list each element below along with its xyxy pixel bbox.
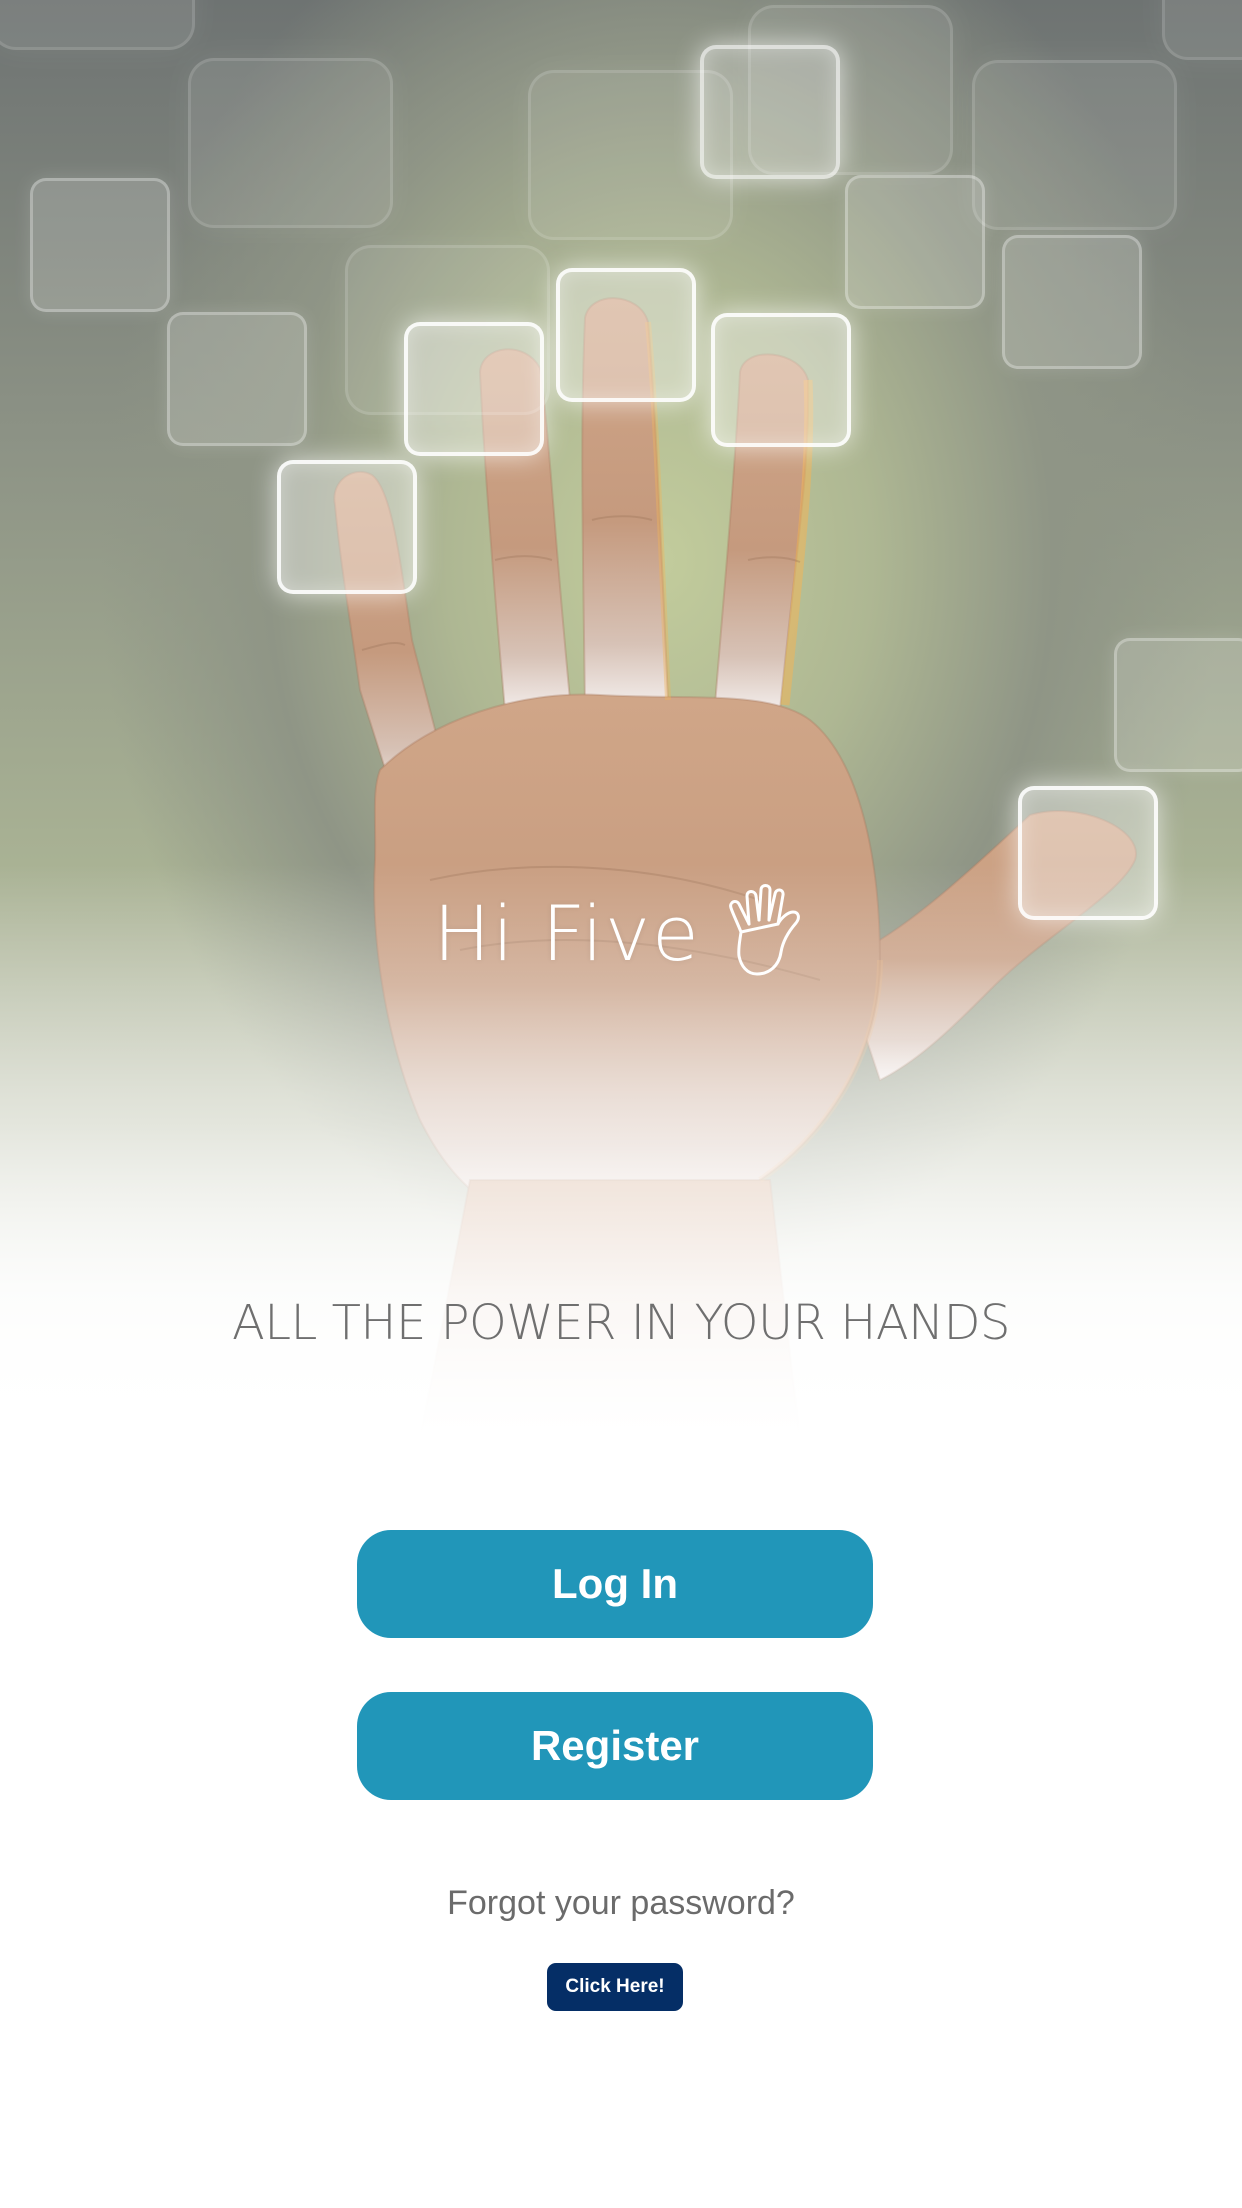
login-button[interactable]: Log In <box>357 1530 873 1638</box>
decorative-tile <box>30 178 170 312</box>
hero-background-image <box>0 0 1242 1440</box>
decorative-tile <box>556 268 696 402</box>
decorative-tile <box>277 460 417 594</box>
decorative-tile <box>1114 638 1242 772</box>
forgot-password-button[interactable]: Click Here! <box>547 1963 683 2011</box>
decorative-tile <box>845 175 985 309</box>
decorative-tile <box>188 58 393 228</box>
register-button[interactable]: Register <box>357 1692 873 1800</box>
waving-hand-outline-icon <box>728 884 800 976</box>
tagline: ALL THE POWER IN YOUR HANDS <box>231 1295 1011 1351</box>
decorative-tile <box>1002 235 1142 369</box>
decorative-tile <box>167 312 307 446</box>
decorative-tile <box>711 313 851 447</box>
decorative-tile <box>0 0 195 50</box>
decorative-tile <box>404 322 544 456</box>
decorative-tile <box>972 60 1177 230</box>
decorative-tile <box>700 45 840 179</box>
forgot-password-text: Forgot your password? <box>447 1884 795 1922</box>
app-name: Hi Five <box>433 888 701 978</box>
decorative-tile <box>1162 0 1242 60</box>
app-logo: Hi Five <box>0 884 1242 978</box>
hi-five-welcome-screen: Hi Five ALL THE POWER IN YOUR HANDS Log … <box>0 0 1242 2208</box>
